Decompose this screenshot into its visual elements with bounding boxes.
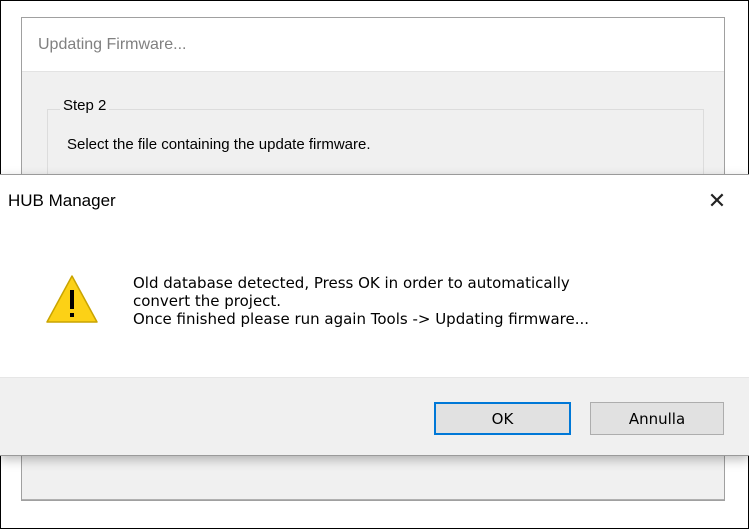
close-icon: ✕	[707, 188, 727, 213]
close-button[interactable]: ✕	[697, 183, 737, 219]
message-dialog: HUB Manager ✕ Old database detected, Pre…	[0, 174, 749, 456]
ok-button[interactable]: OK	[434, 402, 571, 435]
cancel-button[interactable]: Annulla	[590, 402, 724, 435]
dialog-message: Old database detected, Press OK in order…	[133, 274, 590, 328]
ok-button-label: OK	[491, 409, 514, 428]
cancel-button-label: Annulla	[628, 409, 686, 428]
dialog-titlebar: HUB Manager ✕	[0, 175, 749, 227]
warning-icon	[46, 275, 98, 323]
step-description: Select the file containing the update fi…	[67, 136, 371, 153]
background-window-title: Updating Firmware...	[38, 36, 187, 53]
dialog-button-bar: OK Annulla	[0, 377, 749, 455]
dialog-title: HUB Manager	[8, 191, 116, 210]
background-titlebar: Updating Firmware...	[22, 18, 724, 72]
dialog-content: Old database detected, Press OK in order…	[0, 227, 749, 377]
step-label: Step 2	[60, 97, 110, 114]
background-divider	[22, 499, 724, 500]
